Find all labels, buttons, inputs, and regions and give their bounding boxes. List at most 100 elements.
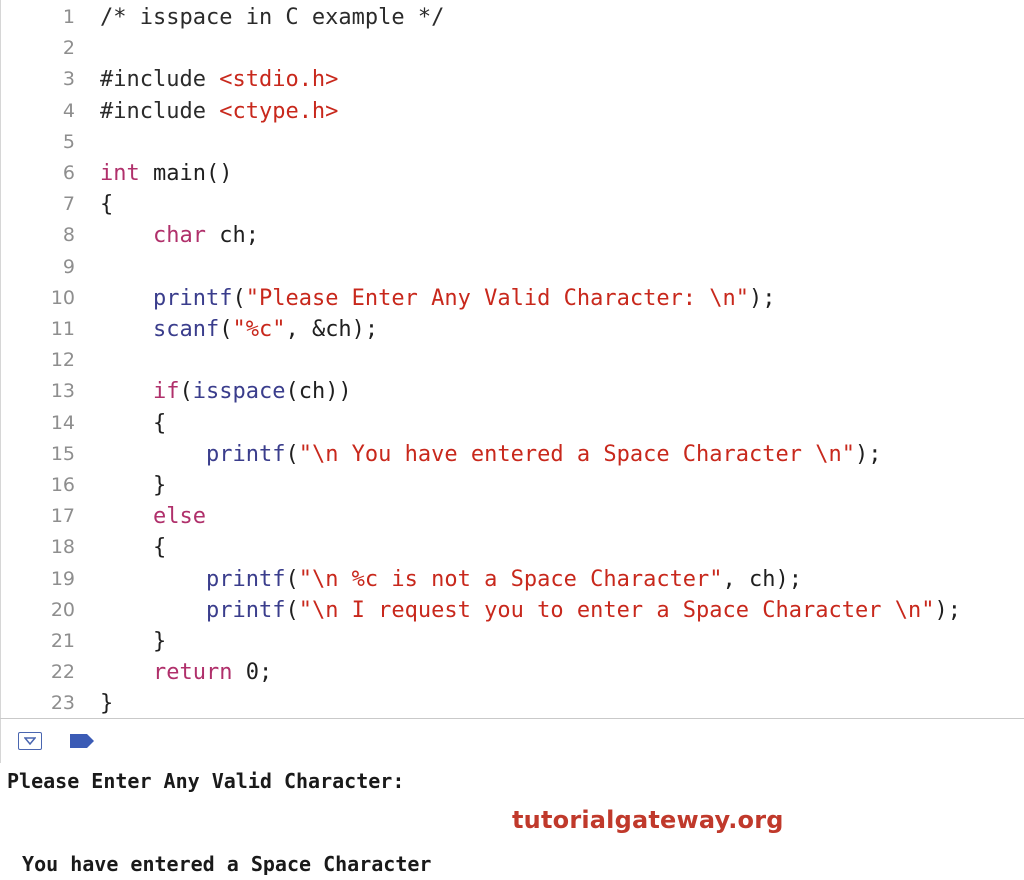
- code-line[interactable]: 17 else: [1, 501, 1024, 532]
- code-token: char: [152, 223, 206, 249]
- code-token: 0;: [232, 660, 273, 686]
- code-token: {: [100, 535, 167, 561]
- code-line[interactable]: 1 /* isspace in C example */: [1, 2, 1024, 33]
- code-token: "\n %c is not a Space Character": [298, 566, 723, 592]
- code-token: isspace: [192, 379, 286, 405]
- line-number: 10: [50, 286, 75, 309]
- line-number: 18: [50, 536, 75, 559]
- code-token: return: [152, 660, 233, 686]
- line-number: 13: [50, 380, 75, 403]
- code-line[interactable]: 11 scanf("%c", &ch);: [1, 314, 1024, 345]
- code-token: );: [934, 597, 961, 623]
- code-token: (: [285, 441, 299, 467]
- code-line[interactable]: 6 int main(): [1, 158, 1024, 189]
- code-line[interactable]: 4 #include <ctype.h>: [1, 96, 1024, 127]
- code-token: (ch)): [285, 379, 352, 405]
- code-token: scanf: [152, 317, 220, 342]
- line-number: 23: [50, 692, 75, 715]
- breakpoint-flag-icon[interactable]: [69, 733, 95, 749]
- line-number: 12: [50, 349, 75, 372]
- code-token: printf: [152, 285, 233, 311]
- code-line[interactable]: 20 printf("\n I request you to enter a S…: [1, 595, 1024, 626]
- code-text: printf("Please Enter Any Valid Character…: [100, 283, 776, 314]
- code-token: (: [285, 566, 299, 592]
- line-number: 2: [62, 37, 75, 60]
- code-text: {: [100, 408, 166, 439]
- code-line[interactable]: 18 {: [1, 532, 1024, 563]
- code-line[interactable]: 13 if(isspace(ch)): [1, 376, 1024, 407]
- code-token: );: [855, 441, 882, 467]
- code-text: }: [100, 626, 166, 657]
- code-text: }: [100, 688, 113, 718]
- line-number: 20: [50, 598, 75, 621]
- code-token: printf: [205, 441, 286, 467]
- code-token: {: [100, 192, 114, 218]
- toggle-console-button[interactable]: [18, 732, 42, 750]
- code-line[interactable]: 19 printf("\n %c is not a Space Characte…: [1, 564, 1024, 595]
- code-token: , ch);: [722, 566, 803, 592]
- console-line-prompt: Please Enter Any Valid Character:: [7, 769, 417, 793]
- code-text: {: [100, 532, 166, 563]
- line-number: 14: [50, 411, 75, 434]
- code-token: "\n I request you to enter a Space Chara…: [298, 597, 935, 623]
- code-line[interactable]: 8 char ch;: [1, 220, 1024, 251]
- code-line[interactable]: 14 {: [1, 408, 1024, 439]
- code-text: printf("\n You have entered a Space Char…: [100, 439, 882, 470]
- code-line[interactable]: 5: [1, 127, 1024, 158]
- code-line[interactable]: 16 }: [1, 470, 1024, 501]
- code-line[interactable]: 3 #include <stdio.h>: [1, 64, 1024, 95]
- code-text: return 0;: [100, 657, 272, 688]
- line-number: 15: [50, 442, 75, 465]
- code-token: else: [152, 504, 206, 530]
- code-text: {: [100, 189, 113, 220]
- line-number: 11: [50, 318, 75, 340]
- code-token: "\n You have entered a Space Character \…: [298, 441, 855, 467]
- code-token: (: [285, 597, 299, 623]
- code-line[interactable]: 23}: [1, 688, 1024, 718]
- code-token: #include: [100, 67, 220, 93]
- line-number: 19: [50, 567, 75, 590]
- code-line[interactable]: 9: [1, 252, 1024, 283]
- line-number: 17: [50, 505, 75, 528]
- code-token: <stdio.h>: [219, 67, 339, 93]
- code-line[interactable]: 2: [1, 33, 1024, 64]
- debug-toolbar: [0, 719, 1024, 763]
- code-token: {: [100, 410, 167, 436]
- line-number: 4: [62, 99, 75, 122]
- code-text: #include <stdio.h>: [100, 64, 338, 95]
- code-line[interactable]: 12: [1, 345, 1024, 376]
- code-token: int: [100, 161, 140, 186]
- code-text: int main(): [100, 158, 232, 189]
- code-token: (: [232, 285, 246, 311]
- code-token: /* isspace in C example */: [100, 5, 445, 30]
- code-editor[interactable]: 1/* isspace in C example */2 3 #include <s…: [0, 0, 1024, 718]
- line-number: 7: [62, 193, 75, 216]
- triangle-down-icon: [24, 737, 36, 745]
- code-line[interactable]: 7{: [1, 189, 1024, 220]
- code-text: /* isspace in C example */: [100, 2, 444, 33]
- code-token: (: [219, 317, 233, 342]
- code-token: ch;: [205, 223, 259, 249]
- line-number: 16: [50, 474, 75, 496]
- code-token: (: [179, 379, 193, 405]
- code-line[interactable]: 22 return 0;: [1, 657, 1024, 688]
- code-text: printf("\n %c is not a Space Character",…: [100, 564, 802, 595]
- code-token: printf: [205, 597, 286, 623]
- code-text: char ch;: [100, 220, 259, 251]
- code-token: if: [152, 379, 180, 405]
- watermark: tutorialgateway.org: [512, 806, 784, 834]
- code-token: );: [749, 285, 776, 311]
- code-text: else: [100, 501, 206, 532]
- line-number: 5: [62, 130, 75, 153]
- code-token: }: [100, 629, 167, 654]
- code-line[interactable]: 15 printf("\n You have entered a Space C…: [1, 439, 1024, 470]
- code-line[interactable]: 21 }: [1, 626, 1024, 657]
- code-line[interactable]: 10 printf("Please Enter Any Valid Charac…: [1, 283, 1024, 314]
- code-text: }: [100, 470, 166, 501]
